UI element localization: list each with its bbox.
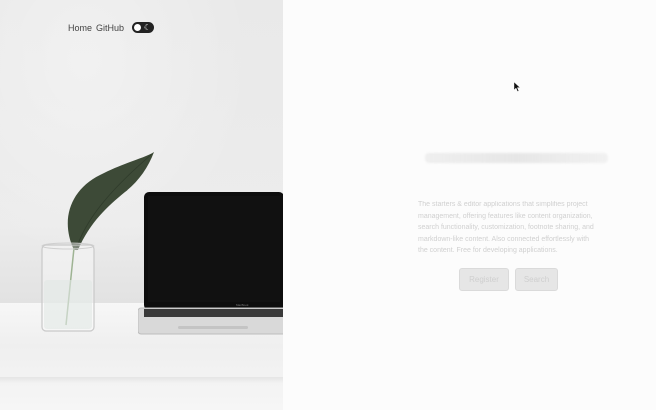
search-button[interactable]: Search [515,268,558,291]
theme-toggle[interactable]: ☾ [132,22,155,33]
hero-image: MacBook Home GitHub ☾ [0,0,283,410]
svg-text:MacBook: MacBook [236,303,249,307]
toggle-knob [134,24,142,31]
hero-description: The starters & editor applications that … [418,201,594,254]
table-edge [0,377,283,383]
nav-home-link[interactable]: Home [68,23,92,33]
mouse-cursor-icon [513,79,521,97]
register-button[interactable]: Register [459,268,509,291]
top-nav: Home GitHub ☾ [68,22,155,33]
nav-github-link[interactable]: GitHub [96,23,124,33]
laptop: MacBook [137,190,283,340]
moon-icon: ☾ [143,23,152,32]
page-title [425,153,608,163]
